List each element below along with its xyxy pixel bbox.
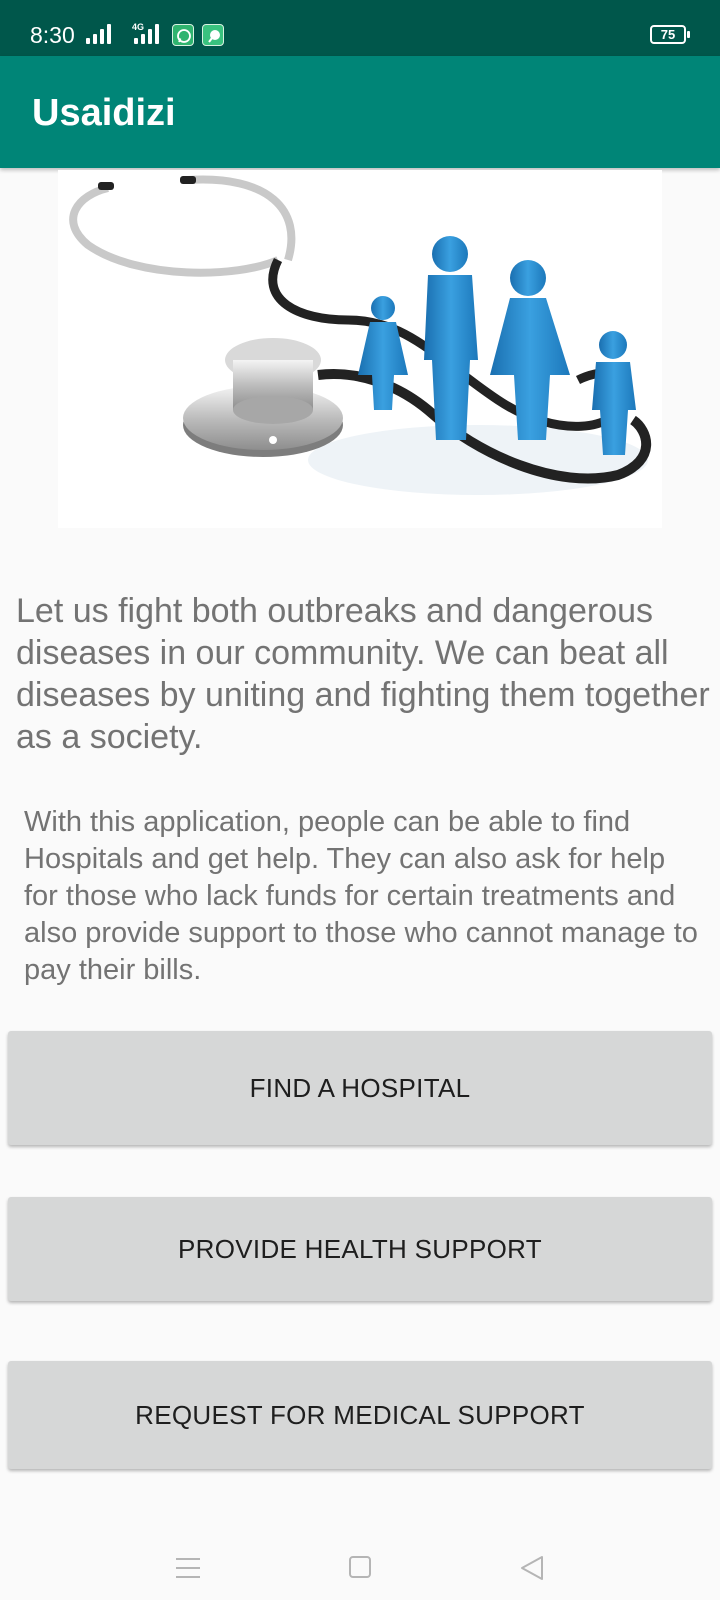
triangle-back-icon[interactable] [518,1554,546,1582]
find-hospital-label: FIND A HOSPITAL [249,1072,471,1103]
request-medical-support-button[interactable]: REQUEST FOR MEDICAL SUPPORT [8,1361,712,1469]
whatsapp-icon [172,24,194,46]
app-bar: Usaidizi [0,56,720,168]
battery-tip [687,31,690,38]
chat-app-icon [202,24,224,46]
app-title: Usaidizi [32,92,176,134]
earpiece-left [98,182,114,190]
status-bar: 8:30 4G 75 [0,0,720,56]
provide-health-support-button[interactable]: PROVIDE HEALTH SUPPORT [8,1197,712,1301]
system-nav-bar [0,1510,720,1600]
request-medical-support-label: REQUEST FOR MEDICAL SUPPORT [135,1399,585,1430]
square-home-icon[interactable] [349,1556,371,1578]
menu-lines-icon[interactable] [176,1558,200,1585]
find-hospital-button[interactable]: FIND A HOSPITAL [8,1031,712,1145]
description-text: With this application, people can be abl… [24,806,698,986]
provide-health-support-label: PROVIDE HEALTH SUPPORT [178,1233,542,1264]
hero-image [58,170,662,528]
signal-icon [86,24,116,44]
battery-icon: 75 [650,25,686,44]
intro-text: Let us fight both outbreaks and dangerou… [16,592,710,756]
earpiece-right [180,176,196,184]
status-time: 8:30 [30,22,75,48]
signal-4g-icon [134,24,164,44]
